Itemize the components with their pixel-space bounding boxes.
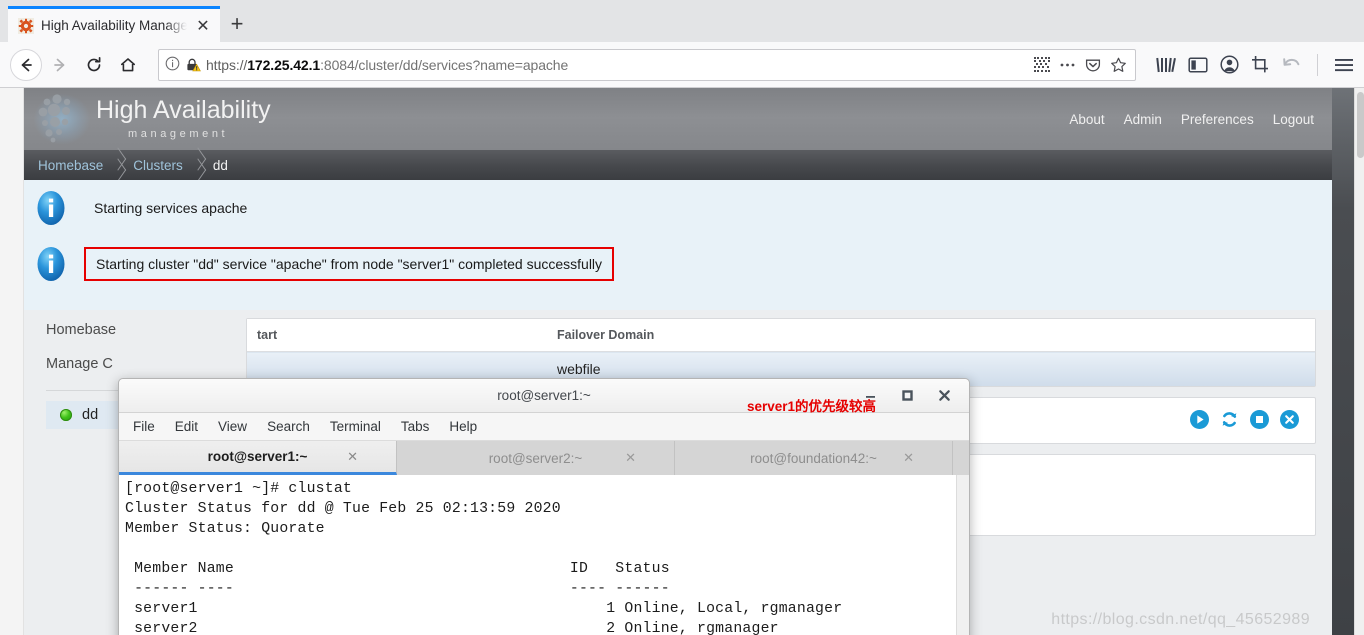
terminal-menubar: File Edit View Search Terminal Tabs Help — [119, 413, 969, 441]
menu-help[interactable]: Help — [449, 419, 477, 434]
table-col-autostart: tart — [247, 319, 547, 352]
info-icon — [32, 189, 70, 227]
screenshot-icon[interactable] — [1251, 55, 1270, 74]
terminal-tab-label: root@server1:~ — [207, 449, 308, 464]
menu-edit[interactable]: Edit — [175, 419, 198, 434]
notice-row: Starting services apache — [24, 180, 1332, 236]
restart-service-button[interactable] — [1220, 410, 1239, 429]
url-bar[interactable]: https://172.25.42.1:8084/cluster/dd/serv… — [158, 48, 1136, 81]
terminal-body[interactable]: [root@server1 ~]# clustat Cluster Status… — [119, 475, 969, 635]
menu-search[interactable]: Search — [267, 419, 310, 434]
brand-title: High Availability — [96, 96, 271, 124]
home-button[interactable] — [112, 49, 144, 81]
browser-chrome: High Availability Managem ✕ + https://17… — [0, 0, 1364, 88]
breadcrumb-dd: dd — [212, 157, 228, 173]
brand-block: High Availability management — [96, 98, 271, 140]
menu-view[interactable]: View — [218, 419, 247, 434]
menu-terminal[interactable]: Terminal — [330, 419, 381, 434]
browser-tab[interactable]: High Availability Managem ✕ — [8, 6, 220, 42]
terminal-tabbar: root@server1:~ ✕ root@server2:~ ✕ root@f… — [119, 441, 969, 475]
terminal-output: [root@server1 ~]# clustat Cluster Status… — [125, 481, 843, 635]
terminal-tab-label: root@foundation42:~ — [750, 450, 877, 466]
terminal-tab-server1[interactable]: root@server1:~ ✕ — [119, 441, 397, 475]
page-right-band — [1332, 88, 1354, 635]
notification-area: Starting services apache Starting cluste… — [24, 180, 1332, 310]
start-service-button[interactable] — [1190, 410, 1209, 429]
service-table-card: tart Failover Domain webfile — [246, 318, 1316, 387]
page-scrollbar-thumb[interactable] — [1357, 92, 1364, 158]
nav-admin[interactable]: Admin — [1124, 112, 1162, 127]
terminal-tab-foundation42[interactable]: root@foundation42:~ ✕ — [675, 441, 953, 475]
notice-text-highlighted: Starting cluster "dd" service "apache" f… — [84, 247, 615, 281]
lock-warning-icon[interactable] — [185, 57, 201, 73]
terminal-tab-server2[interactable]: root@server2:~ ✕ — [397, 441, 675, 475]
new-tab-button[interactable]: + — [220, 6, 254, 42]
navigation-toolbar: https://172.25.42.1:8084/cluster/dd/serv… — [0, 42, 1364, 88]
sync-back-icon[interactable] — [1282, 56, 1301, 74]
status-dot-icon — [60, 409, 72, 421]
menu-file[interactable]: File — [133, 419, 155, 434]
toolbar-divider — [1317, 53, 1318, 76]
info-icon — [32, 245, 70, 283]
page-scrollbar[interactable] — [1354, 88, 1364, 635]
delete-service-button[interactable] — [1280, 410, 1299, 429]
nav-about[interactable]: About — [1069, 112, 1104, 127]
watermark: https://blog.csdn.net/qq_45652989 — [1051, 611, 1310, 628]
library-icon[interactable] — [1156, 56, 1176, 74]
maximize-button[interactable] — [901, 389, 914, 402]
terminal-window[interactable]: root@server1:~ server1的优先级较高 File Edit V… — [118, 378, 970, 635]
table-col-failover-domain: Failover Domain — [547, 319, 1315, 352]
notice-row: Starting cluster "dd" service "apache" f… — [24, 236, 1332, 292]
ellipsis-icon[interactable] — [1059, 57, 1076, 73]
gear-icon — [18, 17, 34, 34]
nav-preferences[interactable]: Preferences — [1181, 112, 1254, 127]
menu-tabs[interactable]: Tabs — [401, 419, 430, 434]
sidebar-item-label: dd — [82, 407, 99, 423]
header-nav: About Admin Preferences Logout — [1069, 112, 1314, 127]
notice-text: Starting services apache — [94, 200, 248, 216]
reload-button[interactable] — [78, 49, 110, 81]
pocket-icon[interactable] — [1085, 57, 1101, 73]
back-button[interactable] — [10, 48, 42, 81]
close-tab-icon[interactable]: ✕ — [625, 450, 636, 466]
minimize-button[interactable] — [864, 389, 877, 402]
page-viewport: High Availability management About Admin… — [0, 88, 1364, 635]
page-left-gutter — [0, 88, 24, 635]
service-table: tart Failover Domain webfile — [247, 319, 1315, 386]
tab-title: High Availability Managem — [41, 18, 187, 33]
tab-strip: High Availability Managem ✕ + — [0, 0, 1364, 42]
ha-logo-icon — [30, 88, 94, 150]
qr-code-icon[interactable] — [1034, 56, 1050, 73]
url-text[interactable]: https://172.25.42.1:8084/cluster/dd/serv… — [206, 57, 1029, 73]
app-header: High Availability management About Admin… — [24, 88, 1332, 150]
close-button[interactable] — [938, 389, 951, 402]
stop-service-button[interactable] — [1250, 410, 1269, 429]
brand-subtitle: management — [128, 128, 229, 140]
breadcrumb-clusters[interactable]: Clusters — [133, 158, 187, 173]
close-tab-icon[interactable]: ✕ — [347, 449, 358, 465]
info-circle-icon[interactable] — [165, 56, 180, 74]
close-tab-icon[interactable]: ✕ — [903, 450, 914, 466]
terminal-tab-label: root@server2:~ — [488, 450, 583, 466]
terminal-titlebar[interactable]: root@server1:~ server1的优先级较高 — [119, 379, 969, 414]
annotation-text: server1的优先级较高 — [747, 399, 877, 414]
breadcrumb: Homebase Clusters dd — [24, 150, 1332, 180]
account-icon[interactable] — [1220, 55, 1239, 74]
forward-button[interactable] — [44, 49, 76, 81]
terminal-scrollbar[interactable] — [956, 475, 969, 635]
nav-logout[interactable]: Logout — [1273, 112, 1314, 127]
toolbar-right-actions — [1148, 53, 1354, 76]
table-header-row: tart Failover Domain — [247, 319, 1315, 352]
bookmark-star-icon[interactable] — [1110, 57, 1127, 73]
hamburger-menu-icon[interactable] — [1334, 57, 1354, 73]
sidebar-item-homebase[interactable]: Homebase — [46, 322, 236, 338]
sidebar-item-manage-clusters[interactable]: Manage C — [46, 356, 236, 372]
sidebar-icon[interactable] — [1188, 56, 1208, 74]
close-tab-icon[interactable]: ✕ — [194, 17, 212, 35]
breadcrumb-homebase[interactable]: Homebase — [38, 158, 107, 173]
breadcrumb-separator-icon — [187, 150, 213, 180]
breadcrumb-separator-icon — [107, 150, 133, 180]
